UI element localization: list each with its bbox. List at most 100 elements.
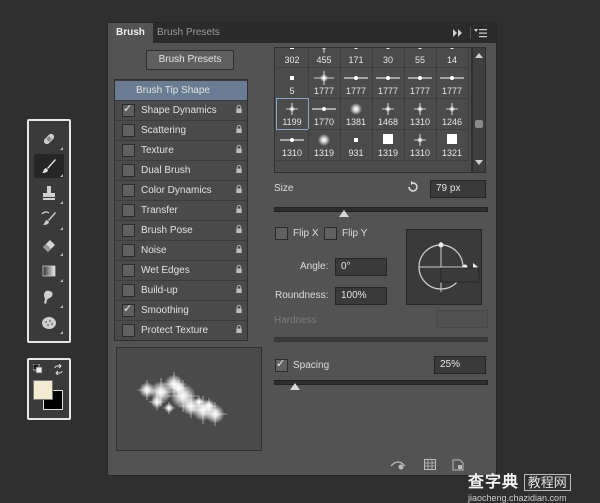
tab-brush[interactable]: Brush: [108, 23, 153, 43]
brush-tip-cell[interactable]: 1319: [372, 129, 405, 161]
spacing-slider-thumb[interactable]: [290, 383, 301, 390]
brush-presets-button[interactable]: Brush Presets: [146, 50, 234, 70]
option-checkbox[interactable]: [122, 284, 135, 297]
lock-icon[interactable]: [235, 305, 243, 313]
brush-tip-cell[interactable]: 1777: [436, 67, 469, 99]
angle-field[interactable]: 0°: [335, 258, 387, 276]
brush-tip-cell[interactable]: 55: [404, 48, 437, 68]
brush-tip-cell[interactable]: 1770: [308, 98, 341, 130]
gradient-tool[interactable]: [34, 259, 64, 283]
reset-size-icon[interactable]: [406, 180, 420, 194]
tip-grid-scrollbar[interactable]: [472, 47, 486, 173]
brush-tip-cell[interactable]: 1246: [436, 98, 469, 130]
brush-tip-cell[interactable]: 14: [436, 48, 469, 68]
brush-tool[interactable]: [34, 154, 64, 178]
brush-tip-cell[interactable]: 1310: [404, 129, 437, 161]
lock-icon[interactable]: [235, 125, 243, 133]
lock-icon[interactable]: [235, 325, 243, 333]
brush-tip-cell[interactable]: 1777: [372, 67, 405, 99]
smudge-tool[interactable]: [34, 285, 64, 309]
size-slider[interactable]: [274, 207, 488, 212]
option-checkbox[interactable]: [122, 264, 135, 277]
brush-tip-cell[interactable]: 1310: [404, 98, 437, 130]
option-checkbox[interactable]: [122, 244, 135, 257]
brush-tip-cell[interactable]: 171: [340, 48, 373, 68]
history-brush-tool[interactable]: [34, 207, 64, 231]
spacing-checkbox[interactable]: ✓: [275, 358, 288, 372]
option-checkbox[interactable]: [122, 324, 135, 337]
angle-roundness-widget[interactable]: [406, 229, 482, 305]
lock-icon[interactable]: [235, 185, 243, 193]
lock-icon[interactable]: [235, 225, 243, 233]
option-checkbox[interactable]: [122, 124, 135, 137]
option-row-protect-texture[interactable]: Protect Texture: [115, 320, 247, 340]
lock-icon[interactable]: [235, 245, 243, 253]
option-checkbox[interactable]: [122, 184, 135, 197]
tab-brush-presets[interactable]: Brush Presets: [149, 23, 228, 43]
option-row-brush-tip-shape[interactable]: Brush Tip Shape: [115, 80, 247, 100]
brush-tip-cell[interactable]: 1321: [436, 129, 469, 161]
new-preset-icon[interactable]: [452, 459, 464, 471]
brush-tip-cell[interactable]: 5: [276, 67, 309, 99]
default-colors-icon[interactable]: [33, 364, 43, 374]
option-row-brush-pose[interactable]: Brush Pose: [115, 220, 247, 240]
toggle-live-tip-icon[interactable]: [390, 460, 406, 470]
brush-tip-cell[interactable]: 30: [372, 48, 405, 68]
option-row-noise[interactable]: Noise: [115, 240, 247, 260]
spacing-slider[interactable]: [274, 380, 488, 385]
lock-icon[interactable]: [235, 105, 243, 113]
panel-menu-icon[interactable]: [474, 28, 488, 38]
option-row-scattering[interactable]: Scattering: [115, 120, 247, 140]
lock-icon[interactable]: [235, 145, 243, 153]
foreground-color-swatch[interactable]: [33, 380, 53, 400]
roundness-field[interactable]: 100%: [335, 287, 387, 305]
brush-tip-cell[interactable]: 1777: [308, 67, 341, 99]
eraser-tool[interactable]: [34, 233, 64, 257]
size-field[interactable]: 79 px: [430, 180, 486, 198]
option-checkbox[interactable]: ✓: [122, 303, 135, 317]
option-row-wet-edges[interactable]: Wet Edges: [115, 260, 247, 280]
size-slider-thumb[interactable]: [338, 210, 349, 217]
scroll-down-icon[interactable]: [475, 160, 483, 166]
brush-tip-cell[interactable]: 1319: [308, 129, 341, 161]
option-row-texture[interactable]: Texture: [115, 140, 247, 160]
brush-tip-size: 1321: [441, 148, 463, 158]
option-row-smoothing[interactable]: ✓ Smoothing: [115, 300, 247, 320]
brush-tip-cell[interactable]: 931: [340, 129, 373, 161]
brush-tip-cell[interactable]: 302: [276, 48, 309, 68]
brush-tip-cell[interactable]: 1777: [340, 67, 373, 99]
brush-tip-cell[interactable]: 1468: [372, 98, 405, 130]
swap-colors-icon[interactable]: [53, 364, 64, 375]
spot-healing-tool[interactable]: [34, 127, 64, 151]
option-row-transfer[interactable]: Transfer: [115, 200, 247, 220]
scroll-thumb[interactable]: [475, 120, 483, 128]
option-row-dual-brush[interactable]: Dual Brush: [115, 160, 247, 180]
lock-icon[interactable]: [235, 265, 243, 273]
flip-x-checkbox[interactable]: [275, 227, 288, 240]
lock-icon[interactable]: [235, 165, 243, 173]
option-row-shape-dynamics[interactable]: ✓ Shape Dynamics: [115, 100, 247, 120]
lock-icon[interactable]: [235, 205, 243, 213]
grid-icon[interactable]: [424, 459, 436, 470]
option-row-build-up[interactable]: Build-up: [115, 280, 247, 300]
option-checkbox[interactable]: [122, 224, 135, 237]
brush-tip-cell[interactable]: 1199: [276, 98, 309, 130]
option-checkbox[interactable]: [122, 204, 135, 217]
option-label: Protect Texture: [141, 325, 209, 336]
brush-tip-line-icon: [404, 48, 436, 54]
option-checkbox[interactable]: [122, 164, 135, 177]
clone-stamp-tool[interactable]: [34, 181, 64, 205]
flip-y-checkbox[interactable]: [324, 227, 337, 240]
option-row-color-dynamics[interactable]: Color Dynamics: [115, 180, 247, 200]
brush-tip-cell[interactable]: 1310: [276, 129, 309, 161]
option-checkbox[interactable]: [122, 144, 135, 157]
sponge-tool[interactable]: [34, 311, 64, 335]
double-arrow-icon[interactable]: [452, 29, 464, 37]
brush-tip-cell[interactable]: 1381: [340, 98, 373, 130]
spacing-field[interactable]: 25%: [434, 356, 486, 374]
brush-tip-cell[interactable]: 455: [308, 48, 341, 68]
option-checkbox[interactable]: ✓: [122, 103, 135, 117]
lock-icon[interactable]: [235, 285, 243, 293]
brush-tip-cell[interactable]: 1777: [404, 67, 437, 99]
scroll-up-icon[interactable]: [475, 52, 483, 58]
